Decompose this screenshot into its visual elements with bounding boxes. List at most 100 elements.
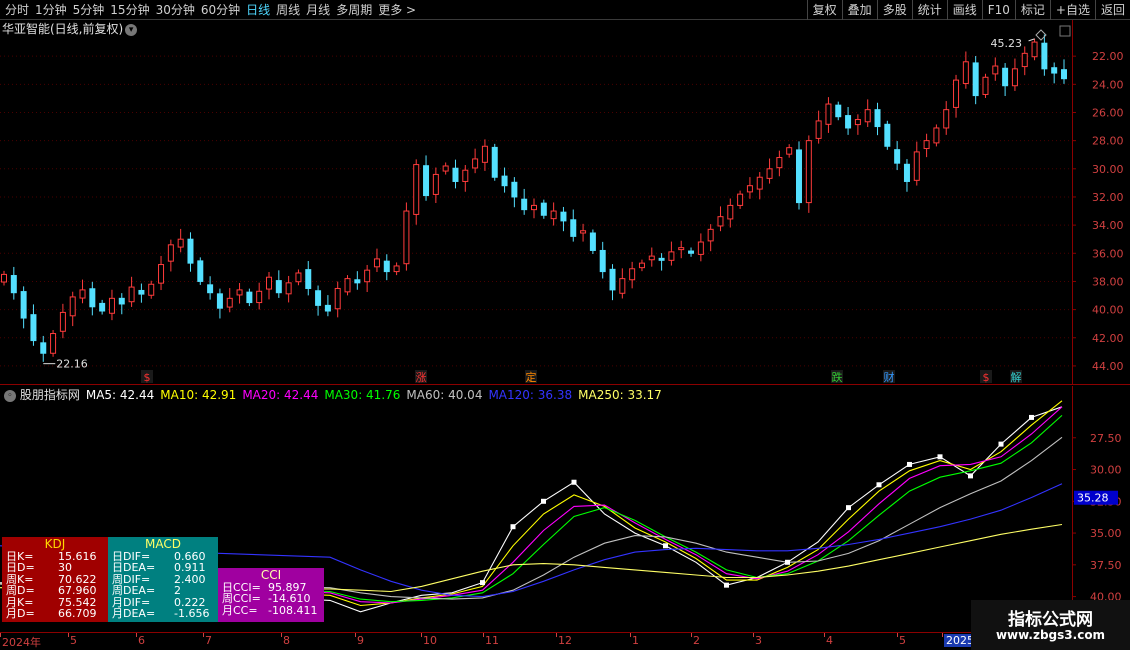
- date-label: 2: [693, 634, 700, 647]
- date-axis: 2024年 5 6 7 8 9 10 11 12 1 2 3 4 5 2025: [0, 632, 1130, 650]
- signal-square: [571, 479, 577, 485]
- macd-value: 2: [174, 584, 181, 598]
- period-tab-3[interactable]: 15分钟: [107, 0, 152, 20]
- high-pointer: [1028, 38, 1035, 42]
- date-label: 12: [558, 634, 572, 647]
- candle-body: [266, 276, 272, 290]
- signal-square: [998, 441, 1004, 447]
- candle-body: [481, 145, 488, 163]
- ma-legend-item: MA5: 42.44: [85, 388, 155, 402]
- dropdown-icon[interactable]: ▾: [125, 23, 138, 36]
- kdj-title: KDJ: [44, 537, 66, 551]
- date-label: 7: [205, 634, 212, 647]
- candlestick-chart[interactable]: 44.00 42.00 40.00 38.00 36.00 34.00 32.00 30.00…: [0, 20, 1130, 385]
- high-price-label: 45.23: [991, 37, 1023, 50]
- candle-body: [756, 176, 763, 190]
- signal-square: [907, 461, 912, 467]
- period-tab-9[interactable]: 多周期: [333, 0, 375, 20]
- candle-body: [472, 158, 479, 169]
- watermark-title: 指标公式网: [1008, 610, 1093, 630]
- current-value-text: 35.28: [1077, 492, 1109, 505]
- stock-title[interactable]: 华亚智能(日线,前复权) ▾: [2, 21, 138, 37]
- candle-body: [1051, 67, 1058, 74]
- tool-button-2[interactable]: 多股: [876, 0, 912, 20]
- candle-body: [727, 204, 734, 220]
- tool-button-6[interactable]: 标记: [1014, 0, 1050, 20]
- tool-button-4[interactable]: 画线: [946, 0, 982, 20]
- candle-body: [344, 278, 351, 293]
- price-tick-label: 40.00: [1092, 304, 1124, 317]
- date-tick: [355, 633, 356, 637]
- tool-button-8[interactable]: 返回: [1094, 0, 1130, 20]
- period-tab-2[interactable]: 5分钟: [70, 0, 108, 20]
- event-marker: $: [983, 371, 990, 384]
- candle-body: [580, 230, 587, 234]
- date-label: 3: [755, 634, 762, 647]
- ma-legend-item: MA250: 33.17: [578, 388, 662, 402]
- settings-circle-icon[interactable]: ◦: [4, 389, 16, 402]
- candle-body: [648, 255, 655, 261]
- candle-body: [835, 104, 842, 118]
- period-tab-7[interactable]: 周线: [273, 0, 303, 20]
- macd-row: 月DEA= -1.656: [108, 608, 218, 620]
- period-tab-10[interactable]: 更多 >: [375, 0, 419, 20]
- candle-body: [746, 185, 753, 193]
- tool-button-0[interactable]: 复权: [806, 0, 842, 20]
- candle-body: [69, 296, 76, 317]
- price-tick-label: 24.00: [1092, 78, 1124, 91]
- candle-body: [589, 232, 596, 251]
- price-tick-label: 22.00: [1092, 50, 1124, 63]
- date-tick: [691, 633, 692, 637]
- candle-body: [89, 288, 96, 308]
- price-tick-label: 34.00: [1092, 219, 1124, 232]
- kdj-value: 67.960: [58, 584, 97, 598]
- tool-button-5[interactable]: F10: [981, 0, 1015, 20]
- period-tab-1[interactable]: 1分钟: [32, 0, 70, 20]
- candle-body: [737, 193, 744, 206]
- candle-body: [570, 219, 577, 237]
- candle-body: [1, 273, 7, 283]
- candle-body: [688, 250, 695, 254]
- candle-body: [226, 297, 233, 308]
- tool-button-3[interactable]: 统计: [911, 0, 947, 20]
- cci-row: 月CC= -108.411: [218, 604, 324, 616]
- period-tabs: 分时 1分钟 5分钟 15分钟 30分钟 60分钟 日线 周线 月线 多周期 更多 >: [2, 0, 419, 20]
- candle-body: [1061, 69, 1067, 80]
- candle-body: [894, 149, 901, 164]
- period-tab-5[interactable]: 60分钟: [198, 0, 243, 20]
- event-marker: 财: [884, 370, 895, 384]
- ma-legend-item: MA30: 41.76: [324, 388, 401, 402]
- period-toolbar: 分时 1分钟 5分钟 15分钟 30分钟 60分钟 日线 周线 月线 多周期 更多 > 复权 叠加 多股…: [0, 0, 1130, 20]
- ma-legend-item: MA10: 42.91: [160, 388, 237, 402]
- candle-body: [884, 123, 891, 147]
- signal-square: [846, 505, 851, 511]
- candle-body: [786, 147, 793, 155]
- period-tab-8[interactable]: 月线: [303, 0, 333, 20]
- candle-body: [216, 293, 223, 309]
- candle-body: [992, 65, 999, 75]
- candle-body: [678, 247, 685, 251]
- period-tab-6[interactable]: 日线: [243, 0, 273, 20]
- signal-square: [724, 582, 729, 588]
- period-tab-0[interactable]: 分时: [2, 0, 32, 20]
- candlestick-panel[interactable]: 44.00 42.00 40.00 38.00 36.00 34.00 32.00 30.00…: [0, 20, 1130, 385]
- indicator-name[interactable]: 股朋指标网: [20, 388, 80, 402]
- signal-square: [785, 559, 790, 565]
- tool-button-7[interactable]: +自选: [1049, 0, 1095, 20]
- date-label: 10: [423, 634, 437, 647]
- candle-body: [462, 169, 469, 182]
- candle-body: [128, 286, 135, 303]
- tool-button-1[interactable]: 叠加: [841, 0, 877, 20]
- candle-body: [442, 165, 449, 172]
- signal-square: [968, 473, 973, 479]
- candle-body: [158, 264, 165, 284]
- candle-body: [20, 291, 27, 319]
- candle-body: [776, 157, 783, 169]
- candle-body: [982, 76, 989, 95]
- period-tab-4[interactable]: 30分钟: [153, 0, 198, 20]
- candle-body: [364, 269, 371, 283]
- date-label: 5: [70, 634, 77, 647]
- candle-body: [972, 62, 979, 97]
- candle-body: [501, 175, 508, 187]
- candle-body: [1031, 41, 1038, 58]
